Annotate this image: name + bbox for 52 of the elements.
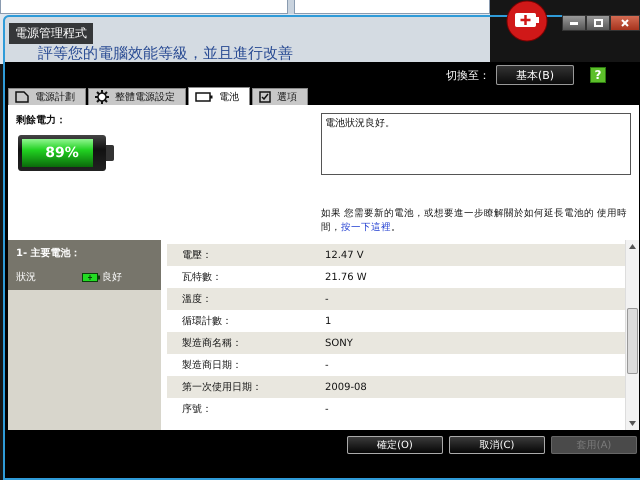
battery-info-text: 如果 您需要新的電池，或想要進一步瞭解關於如何延長電池的 使用時間，按一下這裡。 [321, 207, 628, 235]
tab[interactable]: 電池 [188, 87, 250, 105]
minimize-icon [570, 22, 578, 24]
detail-value: 12.47 V [325, 250, 364, 260]
detail-value: SONY [325, 338, 353, 348]
battery-status-icon [82, 272, 100, 282]
switch-mode-button[interactable]: 基本(B) [496, 65, 574, 85]
tab[interactable]: 選項 [252, 88, 308, 105]
checkbox-icon [259, 91, 271, 103]
close-button[interactable] [610, 15, 640, 31]
detail-value: 2009-08 [325, 382, 367, 392]
click-here-link[interactable]: 按一下這裡 [341, 222, 391, 233]
detail-label: 製造商名稱： [181, 336, 243, 350]
detail-label: 瓦特數： [181, 270, 223, 284]
battery-plus-icon [505, 0, 549, 42]
dialog-button[interactable]: 確定(O) [347, 436, 443, 454]
status-message-box: 電池狀況良好。 [321, 113, 631, 175]
address-bar[interactable] [0, 0, 288, 14]
detail-label: 電壓： [181, 249, 213, 262]
detail-value: - [325, 360, 329, 370]
scrollbar[interactable] [625, 240, 639, 430]
battery-percentage: 89% [44, 144, 80, 163]
detail-value: - [325, 294, 329, 304]
status-value: 良好 [102, 270, 122, 284]
tab[interactable]: 電源計劃 [8, 88, 86, 105]
page-icon [15, 91, 29, 103]
search-field[interactable] [294, 0, 490, 14]
maximize-icon [594, 19, 602, 27]
remaining-power-label: 剩餘電力： [16, 114, 67, 127]
battery-name: 1- 主要電池： [16, 246, 82, 260]
detail-label: 溫度： [181, 292, 213, 306]
detail-label: 循環計數： [181, 314, 233, 328]
status-label: 狀況 [16, 270, 36, 284]
detail-value: - [325, 404, 329, 414]
scroll-up-arrow-icon[interactable] [629, 244, 636, 249]
detail-label: 序號： [181, 402, 213, 416]
page-heading: 評等您的電腦效能等級，並且進行改善 [38, 44, 294, 63]
detail-value: 1 [325, 316, 332, 326]
switch-label: 切換至： [446, 68, 490, 82]
scroll-down-arrow-icon[interactable] [629, 421, 636, 426]
detail-value: 21.76 W [325, 272, 367, 282]
window-title: 電源管理程式 [9, 23, 93, 44]
detail-label: 製造商日期： [181, 358, 243, 372]
maximize-button[interactable] [586, 15, 610, 31]
dialog-button[interactable]: 取消(C) [449, 436, 545, 454]
battery-terminal [106, 145, 114, 161]
battery-list-item[interactable]: 1- 主要電池： 狀況 良好 [8, 240, 161, 290]
battery-icon [195, 92, 213, 102]
tab[interactable]: 整體電源設定 [88, 88, 186, 105]
detail-label: 第一次使用日期： [181, 380, 263, 394]
minimize-button[interactable] [562, 15, 586, 31]
close-icon [621, 19, 629, 27]
